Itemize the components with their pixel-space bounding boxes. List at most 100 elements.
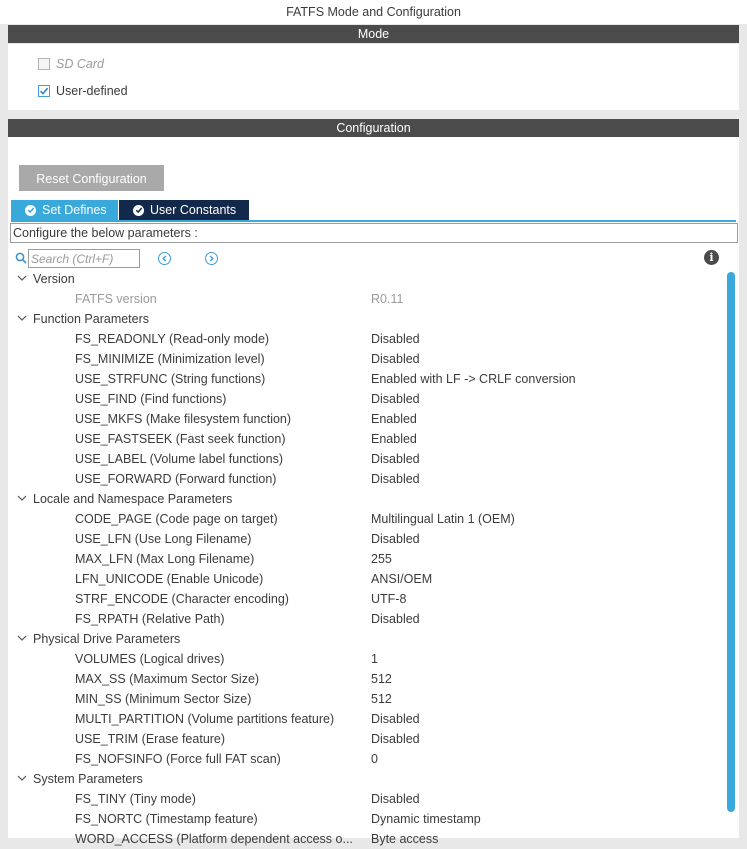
parameter-row[interactable]: CODE_PAGE (Code page on target) Multiling… (8, 509, 726, 529)
group-name: Function Parameters (33, 312, 150, 326)
parameter-value[interactable]: Disabled (371, 789, 420, 809)
parameter-name: FS_NORTC (Timestamp feature) (75, 812, 258, 826)
parameter-row[interactable]: FATFS version R0.11 (8, 289, 726, 309)
parameter-row[interactable]: USE_TRIM (Erase feature) Disabled (8, 729, 726, 749)
chevron-down-icon[interactable] (17, 775, 27, 782)
parameter-row[interactable]: USE_FORWARD (Forward function) Disabled (8, 469, 726, 489)
parameter-name: USE_LABEL (Volume label functions) (75, 452, 283, 466)
chevron-down-icon[interactable] (17, 495, 27, 502)
parameter-value[interactable]: Enabled (371, 429, 417, 449)
parameter-name: MAX_SS (Maximum Sector Size) (75, 672, 260, 686)
parameter-name: STRF_ENCODE (Character encoding) (75, 592, 289, 606)
parameter-value: R0.11 (371, 292, 404, 306)
parameter-name: MAX_LFN (Max Long Filename) (75, 552, 255, 566)
user-defined-option[interactable]: User-defined (38, 83, 128, 99)
info-icon[interactable]: i (704, 250, 719, 265)
parameter-value[interactable]: Disabled (371, 469, 420, 489)
parameter-row[interactable]: FS_MINIMIZE (Minimization level) Disabled (8, 349, 726, 369)
search-input[interactable] (28, 249, 140, 268)
configuration-header: Configuration (8, 119, 739, 137)
tab-user-constants[interactable]: User Constants (119, 200, 249, 220)
parameter-value[interactable]: Enabled (371, 409, 417, 429)
chevron-down-icon[interactable] (17, 635, 27, 642)
parameter-value[interactable]: Multilingual Latin 1 (OEM) (371, 509, 515, 529)
parameter-value[interactable]: 255 (371, 549, 392, 569)
parameter-name: USE_FORWARD (Forward function) (75, 472, 277, 486)
tab-underline (11, 220, 736, 222)
parameter-row[interactable]: MULTI_PARTITION (Volume partitions featu… (8, 709, 726, 729)
window-title: FATFS Mode and Configuration (0, 0, 747, 24)
parameter-name: MULTI_PARTITION (Volume partitions featu… (75, 712, 335, 726)
parameter-tree: Version FATFS version R0.11 Function Parame… (8, 269, 726, 849)
parameter-value[interactable]: Dynamic timestamp (371, 809, 481, 829)
group-row[interactable]: System Parameters (8, 769, 726, 789)
parameter-value[interactable]: ANSI/OEM (371, 569, 432, 589)
tab-set-defines[interactable]: Set Defines (11, 200, 118, 220)
reset-configuration-button[interactable]: Reset Configuration (19, 165, 164, 191)
sd-card-option: SD Card (38, 56, 104, 72)
parameter-row[interactable]: FS_READONLY (Read-only mode) Disabled (8, 329, 726, 349)
parameter-value[interactable]: Enabled with LF -> CRLF conversion (371, 369, 576, 389)
parameter-name: LFN_UNICODE (Enable Unicode) (75, 572, 264, 586)
sd-card-checkbox (38, 58, 50, 70)
user-defined-checkbox[interactable] (38, 85, 50, 97)
previous-match-icon[interactable] (158, 252, 171, 265)
parameter-row[interactable]: USE_STRFUNC (String functions) Enabled wi… (8, 369, 726, 389)
parameter-row[interactable]: FS_RPATH (Relative Path) Disabled (8, 609, 726, 629)
chevron-down-icon[interactable] (17, 275, 27, 282)
parameter-name: USE_FASTSEEK (Fast seek function) (75, 432, 286, 446)
parameter-value[interactable]: UTF-8 (371, 589, 406, 609)
parameter-value[interactable]: Disabled (371, 729, 420, 749)
parameter-value[interactable]: Disabled (371, 609, 420, 629)
parameter-value[interactable]: Disabled (371, 449, 420, 469)
parameter-row[interactable]: USE_LFN (Use Long Filename) Disabled (8, 529, 726, 549)
group-row[interactable]: Version (8, 269, 726, 289)
parameter-row[interactable]: MIN_SS (Minimum Sector Size) 512 (8, 689, 726, 709)
parameter-value[interactable]: 512 (371, 689, 392, 709)
next-match-icon[interactable] (205, 252, 218, 265)
group-name: Locale and Namespace Parameters (33, 492, 233, 506)
parameter-value[interactable]: Disabled (371, 349, 420, 369)
check-circle-icon (25, 204, 36, 216)
parameter-name: FS_NOFSINFO (Force full FAT scan) (75, 752, 281, 766)
parameter-row[interactable]: VOLUMES (Logical drives) 1 (8, 649, 726, 669)
group-row[interactable]: Function Parameters (8, 309, 726, 329)
parameter-name: VOLUMES (Logical drives) (75, 652, 225, 666)
parameter-row[interactable]: FS_NORTC (Timestamp feature) Dynamic time… (8, 809, 726, 829)
parameter-name: FS_READONLY (Read-only mode) (75, 332, 270, 346)
parameter-name: USE_STRFUNC (String functions) (75, 372, 266, 386)
mode-header: Mode (8, 25, 739, 43)
parameter-row[interactable]: USE_FASTSEEK (Fast seek function) Enabled (8, 429, 726, 449)
parameter-value[interactable]: Disabled (371, 709, 420, 729)
tab-set-defines-label: Set Defines (42, 203, 107, 217)
parameter-row[interactable]: LFN_UNICODE (Enable Unicode) ANSI/OEM (8, 569, 726, 589)
parameter-value[interactable]: Disabled (371, 389, 420, 409)
parameter-row[interactable]: WORD_ACCESS (Platform dependent access o… (8, 829, 726, 849)
parameter-value[interactable]: Disabled (371, 529, 420, 549)
checkmark-icon (39, 87, 49, 95)
parameter-value[interactable]: 512 (371, 669, 392, 689)
group-row[interactable]: Physical Drive Parameters (8, 629, 726, 649)
parameter-name: FS_RPATH (Relative Path) (75, 612, 225, 626)
group-row[interactable]: Locale and Namespace Parameters (8, 489, 726, 509)
parameter-value[interactable]: 0 (371, 749, 378, 769)
parameter-row[interactable]: FS_TINY (Tiny mode) Disabled (8, 789, 726, 809)
user-defined-label: User-defined (56, 84, 128, 98)
parameter-name: USE_MKFS (Make filesystem function) (75, 412, 292, 426)
parameter-row[interactable]: MAX_SS (Maximum Sector Size) 512 (8, 669, 726, 689)
parameter-name: USE_LFN (Use Long Filename) (75, 532, 252, 546)
parameter-row[interactable]: STRF_ENCODE (Character encoding) UTF-8 (8, 589, 726, 609)
chevron-down-icon[interactable] (17, 315, 27, 322)
parameter-name: USE_TRIM (Erase feature) (75, 732, 226, 746)
parameter-row[interactable]: USE_MKFS (Make filesystem function) Enabl… (8, 409, 726, 429)
parameter-name: FS_TINY (Tiny mode) (75, 792, 196, 806)
parameter-value[interactable]: Byte access (371, 829, 438, 849)
parameter-value[interactable]: Disabled (371, 329, 420, 349)
tab-user-constants-label: User Constants (150, 203, 237, 217)
vertical-scrollbar[interactable] (727, 272, 735, 812)
parameter-row[interactable]: USE_LABEL (Volume label functions) Disabl… (8, 449, 726, 469)
parameter-row[interactable]: MAX_LFN (Max Long Filename) 255 (8, 549, 726, 569)
parameter-row[interactable]: USE_FIND (Find functions) Disabled (8, 389, 726, 409)
parameter-row[interactable]: FS_NOFSINFO (Force full FAT scan) 0 (8, 749, 726, 769)
parameter-value[interactable]: 1 (371, 649, 378, 669)
